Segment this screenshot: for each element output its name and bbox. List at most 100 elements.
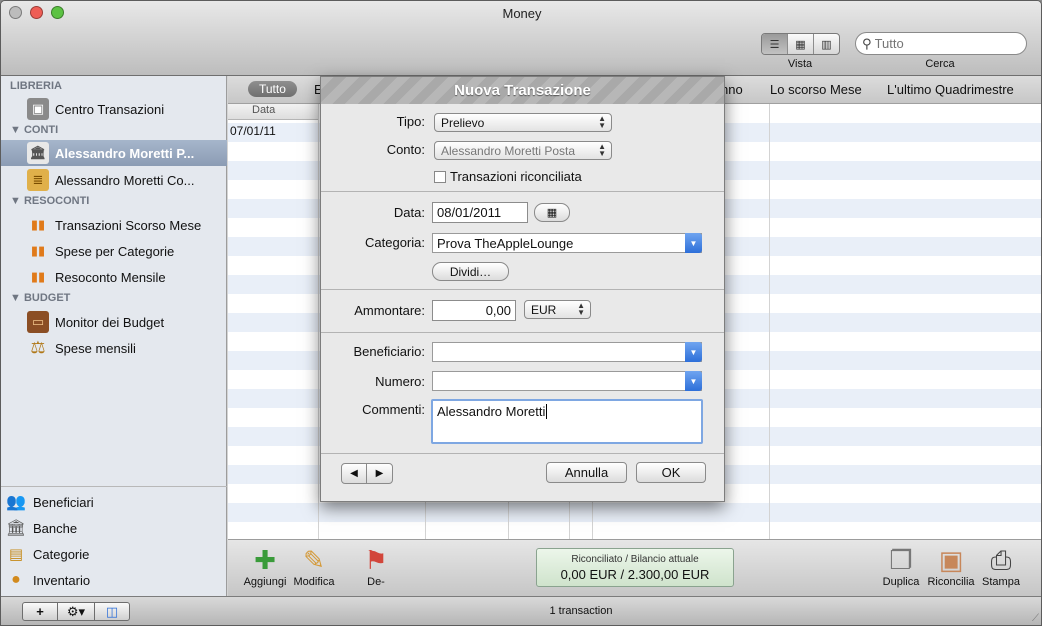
sidebar-item-label: Spese per Categorie [55, 243, 175, 259]
column-divider [769, 104, 770, 539]
numero-label: Numero: [375, 374, 425, 389]
reconciled-label: Riconciliato / Bilancio attuale [571, 554, 699, 565]
ok-button[interactable]: OK [636, 462, 706, 483]
bottom-bar: + ⚙▾ ◫ 1 transaction ⟋ [1, 596, 1041, 625]
printer-icon: ⎙ [990, 545, 1012, 575]
reconciled-checkbox-label: Transazioni riconciliata [450, 169, 582, 184]
previous-arrow-icon[interactable]: ◀ [341, 463, 367, 484]
sidebar: LIBRERIA ▣ Centro Transazioni ▼ CONTI 🏛 … [1, 76, 227, 596]
column-header-date[interactable]: Data [228, 104, 318, 120]
dialog-separator [321, 332, 724, 333]
view-segmented-control[interactable]: ☰ ▦ ▥ [761, 33, 840, 55]
reconciled-balance-box: Riconciliato / Bilancio attuale 0,00 EUR… [536, 548, 734, 587]
duplicate-button[interactable]: ❐ Duplica [876, 544, 926, 588]
filter-last-month[interactable]: Lo scorso Mese [770, 82, 862, 97]
categoria-label: Categoria: [365, 235, 425, 250]
dialog-separator [321, 453, 724, 454]
chevron-down-icon[interactable]: ▼ [685, 342, 702, 362]
split-button[interactable]: Dividi… [432, 262, 509, 281]
currency-select[interactable]: EUR ▲ ▼ [524, 300, 591, 319]
add-button[interactable]: ✚ Aggiungi [240, 544, 290, 588]
beneficiario-combo[interactable]: ▼ [432, 342, 702, 362]
flag-button[interactable]: ⚑ De- [351, 544, 401, 588]
amount-field[interactable]: 0,00 [432, 300, 516, 321]
duplicate-icon: ❐ [889, 545, 913, 575]
sidebar-item-spese-per-categorie[interactable]: ▮▮ Spese per Categorie [1, 238, 227, 264]
updown-arrow-icon: ▲ ▼ [598, 142, 606, 158]
search-icon: ⚲ [862, 35, 872, 51]
cover-view-icon[interactable]: ▥ [813, 34, 839, 54]
reconciled-checkbox[interactable] [434, 171, 446, 183]
reconcile-button[interactable]: ▣ Riconcilia [926, 544, 976, 588]
sidebar-item-beneficiari[interactable]: 👥 Beneficiari [1, 489, 227, 515]
reconciled-value: 0,00 EUR / 2.300,00 EUR [560, 567, 710, 582]
date-field[interactable]: 08/01/2011 [432, 202, 528, 223]
sidebar-item-monitor-budget[interactable]: ▭ Monitor dei Budget [1, 309, 227, 335]
chevron-down-icon[interactable]: ▼ [685, 371, 702, 391]
sidebar-item-categorie[interactable]: ▤ Categorie [1, 541, 227, 567]
sidebar-divider [1, 486, 227, 487]
edit-button[interactable]: ✎ Modifica [289, 544, 339, 588]
safe-icon: ▣ [27, 98, 49, 120]
grid-view-icon[interactable]: ▦ [787, 34, 813, 54]
print-button[interactable]: ⎙ Stampa [976, 544, 1026, 588]
pencil-icon: ✎ [303, 545, 325, 575]
chevron-down-icon[interactable]: ▼ [685, 233, 702, 253]
sidebar-item-centro-transazioni[interactable]: ▣ Centro Transazioni [1, 96, 227, 122]
toolbar: Money ☰ ▦ ▥ Vista ⚲ Cerca [1, 1, 1041, 76]
beneficiario-label: Beneficiario: [353, 344, 425, 359]
sidebar-item-label: Inventario [33, 572, 91, 588]
sidebar-item-transazioni-scorso-mese[interactable]: ▮▮ Transazioni Scorso Mese [1, 212, 227, 238]
sidebar-item-resoconto-mensile[interactable]: ▮▮ Resoconto Mensile [1, 264, 227, 290]
updown-arrow-icon: ▲ ▼ [577, 301, 585, 317]
list-view-icon[interactable]: ☰ [762, 34, 787, 54]
commenti-label: Commenti: [362, 402, 425, 417]
search-input[interactable] [874, 36, 1015, 51]
window-title: Money [502, 6, 542, 21]
sidebar-item-inventario[interactable]: ● Inventario [1, 567, 227, 593]
sidebar-item-label: Monitor dei Budget [55, 314, 165, 330]
app-window: Money ☰ ▦ ▥ Vista ⚲ Cerca LIBRERIA ▣ Cen… [0, 0, 1042, 626]
resize-grip-icon[interactable]: ⟋ [1032, 613, 1039, 624]
table-row-date[interactable]: 07/01/11 [230, 124, 276, 138]
data-label: Data: [393, 205, 425, 220]
bank-icon: 🏛 [27, 142, 49, 164]
search-field[interactable]: ⚲ [855, 32, 1027, 55]
filter-last-quarter[interactable]: L'ultimo Quadrimestre [887, 82, 1014, 97]
section-heading-conti[interactable]: ▼ CONTI [10, 124, 58, 136]
numero-combo[interactable]: ▼ [432, 371, 702, 391]
sidebar-item-account-conto[interactable]: ≣ Alessandro Moretti Co... [1, 167, 227, 193]
section-heading-libreria: LIBRERIA [10, 80, 62, 92]
filter-all[interactable]: Tutto [248, 81, 297, 97]
sidebar-item-label: Spese mensili [55, 340, 136, 356]
column-divider [318, 104, 319, 539]
wallet-icon: ▭ [27, 311, 49, 333]
bar-chart-icon: ▮▮ [30, 243, 46, 258]
dialog-separator [321, 191, 724, 192]
section-heading-budget[interactable]: ▼ BUDGET [10, 292, 70, 304]
sidebar-item-label: Banche [33, 520, 78, 536]
add-icon[interactable]: + [22, 602, 58, 621]
tipo-label: Tipo: [396, 114, 425, 129]
action-bar: ✚ Aggiungi ✎ Modifica ⚑ De- Riconciliato… [228, 539, 1041, 596]
next-arrow-icon[interactable]: ▶ [366, 463, 393, 484]
calendar-icon[interactable]: ▦ [534, 203, 570, 222]
status-text: 1 transaction [549, 605, 613, 617]
sidebar-item-label: Beneficiari [33, 494, 94, 510]
categoria-combo[interactable]: Prova TheAppleLounge ▼ [432, 233, 702, 253]
gear-icon[interactable]: ⚙▾ [57, 602, 95, 621]
sidebar-item-spese-mensili[interactable]: ⚖ Spese mensili [1, 335, 227, 361]
tipo-select[interactable]: Prelievo ▲ ▼ [434, 113, 612, 132]
sidebar-item-banche[interactable]: 🏛 Banche [1, 515, 227, 541]
cancel-button[interactable]: Annulla [546, 462, 627, 483]
section-heading-resoconti[interactable]: ▼ RESOCONTI [10, 195, 89, 207]
sidebar-item-account-posta[interactable]: 🏛 Alessandro Moretti P... [1, 140, 227, 166]
scales-icon: ⚖ [30, 338, 46, 357]
comments-textarea[interactable]: Alessandro Moretti [431, 399, 703, 444]
ammontare-label: Ammontare: [354, 303, 425, 318]
folders-icon: ▤ [8, 546, 24, 563]
sidebar-toggle-icon[interactable]: ◫ [94, 602, 130, 621]
conto-select[interactable]: Alessandro Moretti Posta ▲ ▼ [434, 141, 612, 160]
sidebar-item-label: Transazioni Scorso Mese [55, 217, 202, 233]
sidebar-item-label: Categorie [33, 546, 90, 562]
